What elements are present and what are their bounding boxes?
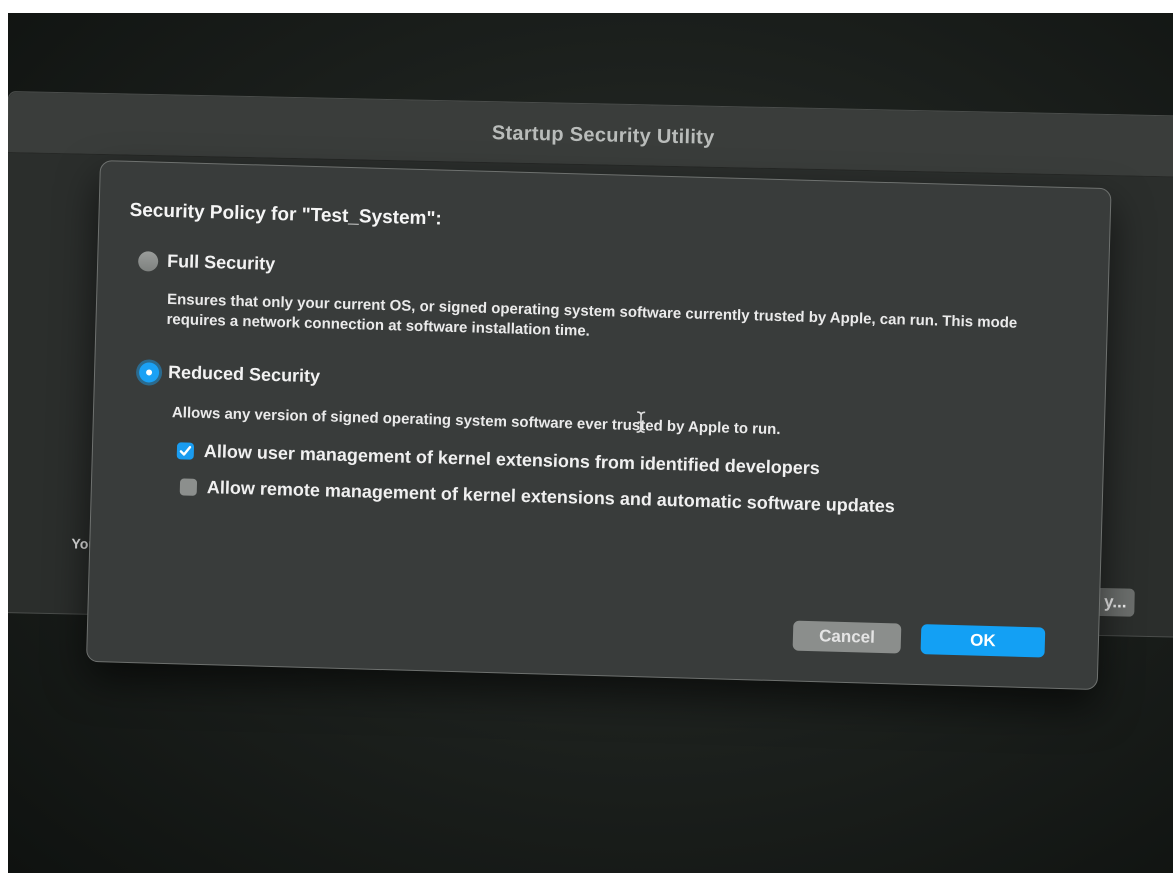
remote-management-checkbox-row[interactable]: Allow remote management of kernel extens…: [179, 476, 896, 517]
checkmark-icon: [179, 445, 192, 456]
full-security-radio[interactable]: [137, 250, 159, 272]
reduced-security-radio[interactable]: [138, 361, 160, 383]
reduced-security-description: Allows any version of signed operating s…: [171, 404, 781, 439]
full-security-description: Ensures that only your current OS, or si…: [166, 290, 1018, 340]
security-policy-sheet: Security Policy for "Test_System": Full …: [85, 160, 1112, 691]
security-policy-heading: Security Policy for "Test_System":: [129, 199, 443, 230]
kernel-extensions-user-checkbox[interactable]: [176, 442, 195, 460]
reduced-security-label: Reduced Security: [167, 361, 321, 387]
remote-management-checkbox[interactable]: [179, 478, 198, 496]
cancel-button[interactable]: Cancel: [792, 620, 902, 654]
window-title: Startup Security Utility: [491, 122, 715, 149]
full-security-option[interactable]: Full Security: [137, 250, 276, 275]
ok-button[interactable]: OK: [920, 624, 1046, 658]
full-security-label: Full Security: [166, 250, 276, 274]
kernel-extensions-user-checkbox-row[interactable]: Allow user management of kernel extensio…: [176, 440, 821, 479]
reduced-security-option[interactable]: Reduced Security: [138, 361, 321, 387]
text-cursor-icon: [636, 411, 646, 434]
kernel-extensions-user-label: Allow user management of kernel extensio…: [203, 441, 821, 479]
screen: Startup Security Utility You h y... Secu…: [8, 13, 1173, 873]
remote-management-label: Allow remote management of kernel extens…: [206, 477, 896, 517]
